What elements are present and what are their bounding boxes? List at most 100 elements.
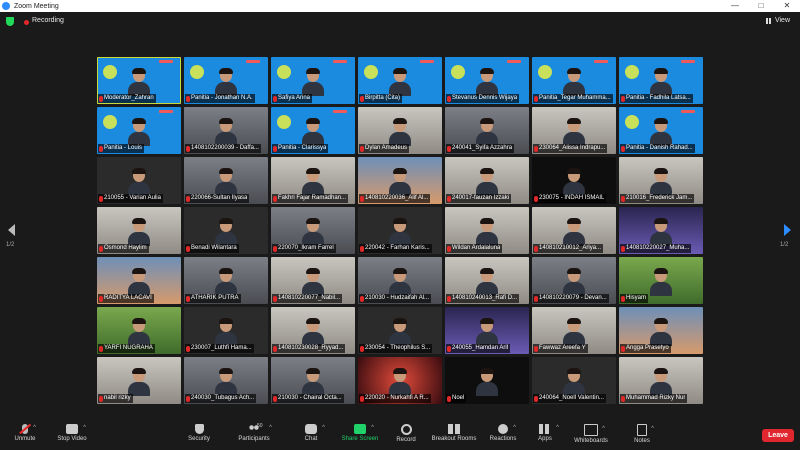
- unmute-button[interactable]: ^ Unmute: [12, 424, 38, 448]
- participant-tile[interactable]: 210016_Frederick Jam...: [619, 157, 703, 204]
- participant-name: Panitia - Fadhila Latsa...: [626, 95, 691, 101]
- breakout-rooms-button[interactable]: Breakout Rooms: [430, 424, 478, 448]
- participant-video: [650, 68, 672, 96]
- leave-button[interactable]: Leave: [762, 429, 794, 442]
- recording-label[interactable]: Recording: [32, 17, 64, 24]
- participant-name: Birpitta (Cita): [365, 95, 401, 101]
- participant-video: [476, 318, 498, 346]
- participant-tile[interactable]: 240041_Syifa Azzahra: [445, 107, 529, 154]
- chat-button[interactable]: ^ Chat: [302, 424, 325, 448]
- participant-name-tag: 240041_Syifa Azzahra: [446, 144, 515, 153]
- participant-tile[interactable]: Fakhri Fajar Ramadhan...: [271, 157, 355, 204]
- participant-name-tag: 220020 - Nurkahfi A R...: [359, 394, 431, 403]
- prev-page-button[interactable]: 1/2: [6, 222, 20, 252]
- participant-video: [563, 318, 585, 346]
- participant-tile[interactable]: 230064_Alissa Indrapu...: [532, 107, 616, 154]
- close-button[interactable]: ✕: [774, 0, 800, 12]
- participant-name: Moderator_Zahran: [104, 95, 154, 101]
- participant-tile[interactable]: 220042 - Farhan Karis...: [358, 207, 442, 254]
- maximize-button[interactable]: □: [748, 0, 774, 12]
- participant-tile[interactable]: 220020 - Nurkahfi A R...: [358, 357, 442, 404]
- participant-tile[interactable]: 140810220027_Muha...: [619, 207, 703, 254]
- participant-name: 220020 - Nurkahfi A R...: [365, 395, 429, 401]
- apps-button[interactable]: ^ Apps: [536, 424, 559, 448]
- participant-tile[interactable]: Panitia - Clarissya: [271, 107, 355, 154]
- participant-tile[interactable]: Benadi Wilantara: [184, 207, 268, 254]
- participant-tile[interactable]: 1408102200039 - Daffa...: [184, 107, 268, 154]
- participant-video: [215, 318, 237, 346]
- participant-tile[interactable]: 210055 - Varian Aulia: [97, 157, 181, 204]
- participant-name: ATHARIK PUTRA: [191, 295, 239, 301]
- view-button[interactable]: View: [765, 17, 790, 24]
- participant-tile[interactable]: 210030 - Hudzaifah Al...: [358, 257, 442, 304]
- participant-name: 140810230028_Ryyad...: [278, 345, 344, 351]
- participant-tile[interactable]: YARFI NUGRAHA: [97, 307, 181, 354]
- participant-video: [650, 318, 672, 346]
- participant-tile[interactable]: 140810220036_Alif Al...: [358, 157, 442, 204]
- participant-name: 240055_Hamdan Arif: [452, 345, 509, 351]
- participant-tile[interactable]: 140810220079 - Devan...: [532, 257, 616, 304]
- shield-icon[interactable]: [6, 17, 14, 26]
- participant-tile[interactable]: Fawwaz Areefa Y: [532, 307, 616, 354]
- participant-tile[interactable]: 140810220077_Nabil...: [271, 257, 355, 304]
- stop-video-button[interactable]: ^ Stop Video: [56, 424, 88, 448]
- participant-tile[interactable]: 240030_Tubagus Ach...: [184, 357, 268, 404]
- participant-tile[interactable]: 240055_Hamdan Arif: [445, 307, 529, 354]
- muted-mic-icon: [534, 95, 538, 102]
- participant-tile[interactable]: Panitia - Fadhila Latsa...: [619, 57, 703, 104]
- record-button[interactable]: Record: [395, 424, 417, 448]
- participant-tile[interactable]: Wildan Ardalaluna: [445, 207, 529, 254]
- participant-tile[interactable]: Panitia - Jonathan N.A.: [184, 57, 268, 104]
- participant-tile[interactable]: 220066-Sultan Ilyasa: [184, 157, 268, 204]
- participant-tile[interactable]: 210030 - Chairal Octa...: [271, 357, 355, 404]
- participant-name-tag: Stevanus Dennis Wijaya: [446, 94, 520, 103]
- minimize-button[interactable]: —: [722, 0, 748, 12]
- participant-name-tag: Fakhri Fajar Ramadhan...: [272, 194, 349, 203]
- participant-tile[interactable]: Panitia_Tegar Muhamma...: [532, 57, 616, 104]
- participant-tile[interactable]: 140810230028_Ryyad...: [271, 307, 355, 354]
- whiteboards-button[interactable]: ^ Whiteboards: [572, 424, 610, 448]
- participant-tile[interactable]: Safiya Arina: [271, 57, 355, 104]
- next-page-button[interactable]: 1/2: [780, 222, 794, 252]
- participant-tile[interactable]: Osmond Haylim: [97, 207, 181, 254]
- notes-button[interactable]: ^ Notes: [632, 424, 654, 448]
- participant-tile[interactable]: Muhammad Rizky Nur: [619, 357, 703, 404]
- share-screen-button[interactable]: ^ Share Screen: [341, 424, 379, 448]
- participant-video: [650, 368, 672, 396]
- chevron-left-icon: [8, 224, 15, 236]
- participant-tile[interactable]: Hisyam: [619, 257, 703, 304]
- participant-tile[interactable]: Noel: [445, 357, 529, 404]
- participant-name: 140810220027_Muha...: [626, 245, 690, 251]
- reactions-button[interactable]: ^ Reactions: [488, 424, 518, 448]
- record-icon: [400, 424, 412, 435]
- muted-mic-icon: [621, 395, 625, 402]
- participant-tile[interactable]: 140810240013_Rafi D...: [445, 257, 529, 304]
- participant-name: Angga Prasetyo: [626, 345, 669, 351]
- participant-tile[interactable]: Dylan Amadeus: [358, 107, 442, 154]
- participant-tile[interactable]: Angga Prasetyo: [619, 307, 703, 354]
- participant-name-tag: 230054 - Theophilus S...: [359, 344, 433, 353]
- participant-tile[interactable]: 240017-fauzan Izzaki: [445, 157, 529, 204]
- participant-name-tag: Benadi Wilantara: [185, 244, 239, 253]
- participant-video: [215, 68, 237, 96]
- participant-tile[interactable]: Stevanus Dennis Wijaya: [445, 57, 529, 104]
- participant-tile[interactable]: ATHARIK PUTRA: [184, 257, 268, 304]
- participant-tile[interactable]: 230075 - INDAH ISMAIL: [532, 157, 616, 204]
- participant-name-tag: Panitia - Louis: [98, 144, 145, 153]
- participant-tile[interactable]: Panitia - Louis: [97, 107, 181, 154]
- participant-tile[interactable]: 220070_Ikram Farrel: [271, 207, 355, 254]
- participant-tile[interactable]: Panitia - Danish Rahad...: [619, 107, 703, 154]
- participant-tile[interactable]: 140810210012_Ariya...: [532, 207, 616, 254]
- participant-tile[interactable]: RADITYA LACAVI: [97, 257, 181, 304]
- participant-video: [389, 68, 411, 96]
- participant-tile[interactable]: 240064_Noell Valentin...: [532, 357, 616, 404]
- participants-button[interactable]: 50 ^ Participants: [235, 423, 273, 448]
- participant-tile[interactable]: 230007_Luthfi Hama...: [184, 307, 268, 354]
- participant-name: Panitia - Danish Rahad...: [626, 145, 693, 151]
- participant-tile[interactable]: nabil rizky: [97, 357, 181, 404]
- security-button[interactable]: Security: [186, 424, 212, 448]
- participant-video: [563, 68, 585, 96]
- participant-tile[interactable]: Birpitta (Cita): [358, 57, 442, 104]
- participant-tile[interactable]: Moderator_Zahran: [97, 57, 181, 104]
- participant-tile[interactable]: 230054 - Theophilus S...: [358, 307, 442, 354]
